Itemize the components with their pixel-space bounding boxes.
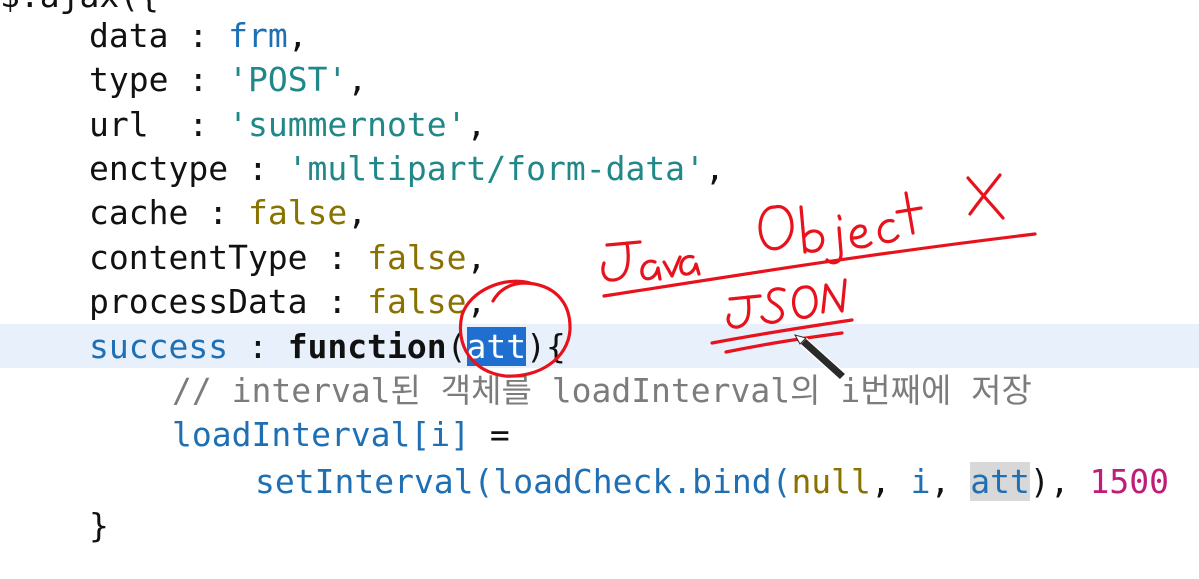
annotation-letter-e — [849, 224, 873, 249]
code-token-null: null — [791, 462, 871, 501]
annotation-letter-J — [601, 240, 642, 282]
code-line-assign: loadInterval[i] = — [172, 413, 510, 457]
code-token-sep: : — [307, 238, 368, 277]
code-line-success: success : function(att){ — [89, 325, 566, 369]
code-line-cache: cache : false, — [89, 191, 367, 235]
code-token-value: frm — [228, 16, 288, 55]
annotation-letter-v — [662, 255, 682, 278]
code-token-key: type — [89, 60, 169, 99]
code-token-value: 'multipart/form-data' — [287, 149, 705, 188]
annotation-letter-X — [966, 173, 1005, 220]
annotation-letter-O — [758, 204, 794, 251]
occurrence-highlight-att: att — [970, 462, 1030, 501]
code-token-sep: : — [307, 282, 368, 321]
code-token-value: false — [367, 238, 467, 277]
code-token-comma: , — [287, 16, 308, 55]
code-token-keyword: function — [287, 327, 447, 366]
code-line-url: url : 'summernote', — [89, 103, 486, 147]
code-token-fn: setInterval( — [255, 462, 494, 501]
annotation-letter-O2 — [791, 285, 818, 320]
annotation-letter-j — [825, 214, 843, 265]
code-line-data: data : frm, — [89, 14, 308, 58]
code-token-value: 'POST' — [228, 60, 348, 99]
code-line-setinterval: setInterval(loadCheck.bind(null, i, att)… — [255, 460, 1169, 504]
code-line-close-brace: } — [89, 504, 109, 548]
code-token-sep: : — [228, 327, 288, 366]
selected-text-att[interactable]: att — [466, 327, 527, 366]
code-line-comment: // interval된 객체를 loadInterval의 i번째에 저장 — [172, 369, 1032, 413]
annotation-underline — [602, 232, 1037, 298]
code-token-paren-open: ( — [446, 327, 467, 366]
code-token-key: url — [89, 105, 149, 144]
code-token-sep: , — [930, 462, 971, 501]
code-token-comma: , — [466, 282, 487, 321]
code-token: $.ajax({ — [0, 0, 159, 15]
code-token-i: i — [910, 462, 931, 501]
annotation-letter-J2 — [726, 294, 762, 329]
code-token-value: false — [247, 193, 348, 232]
code-token-target: loadInterval[i] — [172, 415, 471, 454]
code-token-sep: , — [870, 462, 911, 501]
annotation-letter-S — [760, 287, 786, 324]
annotation-letter-a2 — [679, 254, 701, 276]
annotation-letter-b — [799, 205, 825, 254]
code-token-value: false — [367, 282, 467, 321]
code-comment: // interval된 객체를 loadInterval의 i번째에 저장 — [172, 371, 1032, 410]
code-token-comma: , — [704, 149, 725, 188]
code-editor[interactable]: $.ajax({ data : frm, type : 'POST', url … — [0, 0, 1199, 579]
annotation-letter-N — [821, 278, 847, 314]
code-line-processdata: processData : false, — [89, 280, 486, 324]
code-token-paren-close: ){ — [526, 327, 566, 366]
code-token-comma: , — [347, 193, 368, 232]
annotation-letter-a — [640, 259, 662, 281]
code-token-key: enctype — [89, 149, 229, 188]
code-token-op: = — [470, 415, 510, 454]
code-token-number: 1500 — [1089, 462, 1169, 501]
code-line-type: type : 'POST', — [89, 58, 367, 102]
code-token-comma: , — [466, 105, 487, 144]
code-token-comma: , — [347, 60, 368, 99]
code-token-sep: : — [168, 60, 229, 99]
code-token-close: ), — [1029, 462, 1090, 501]
annotation-letter-t — [895, 191, 923, 235]
code-token-sep: : — [168, 16, 229, 55]
code-token-sep: : — [188, 193, 248, 232]
code-token-sep: : — [228, 149, 288, 188]
code-line-enctype: enctype : 'multipart/form-data', — [89, 147, 725, 191]
code-token-comma: , — [466, 238, 487, 277]
code-token-key: success — [89, 327, 229, 366]
code-token-key: processData — [89, 282, 308, 321]
code-token-brace: } — [89, 506, 109, 545]
code-token-inner: loadCheck.bind( — [493, 462, 792, 501]
code-token-sep: : — [148, 105, 229, 144]
code-line-contenttype: contentType : false, — [89, 236, 486, 280]
code-token-key: data — [89, 16, 169, 55]
code-token-key: cache — [89, 193, 189, 232]
annotation-letter-c — [877, 218, 900, 244]
code-token-value: 'summernote' — [228, 105, 467, 144]
code-token-key: contentType — [89, 238, 308, 277]
